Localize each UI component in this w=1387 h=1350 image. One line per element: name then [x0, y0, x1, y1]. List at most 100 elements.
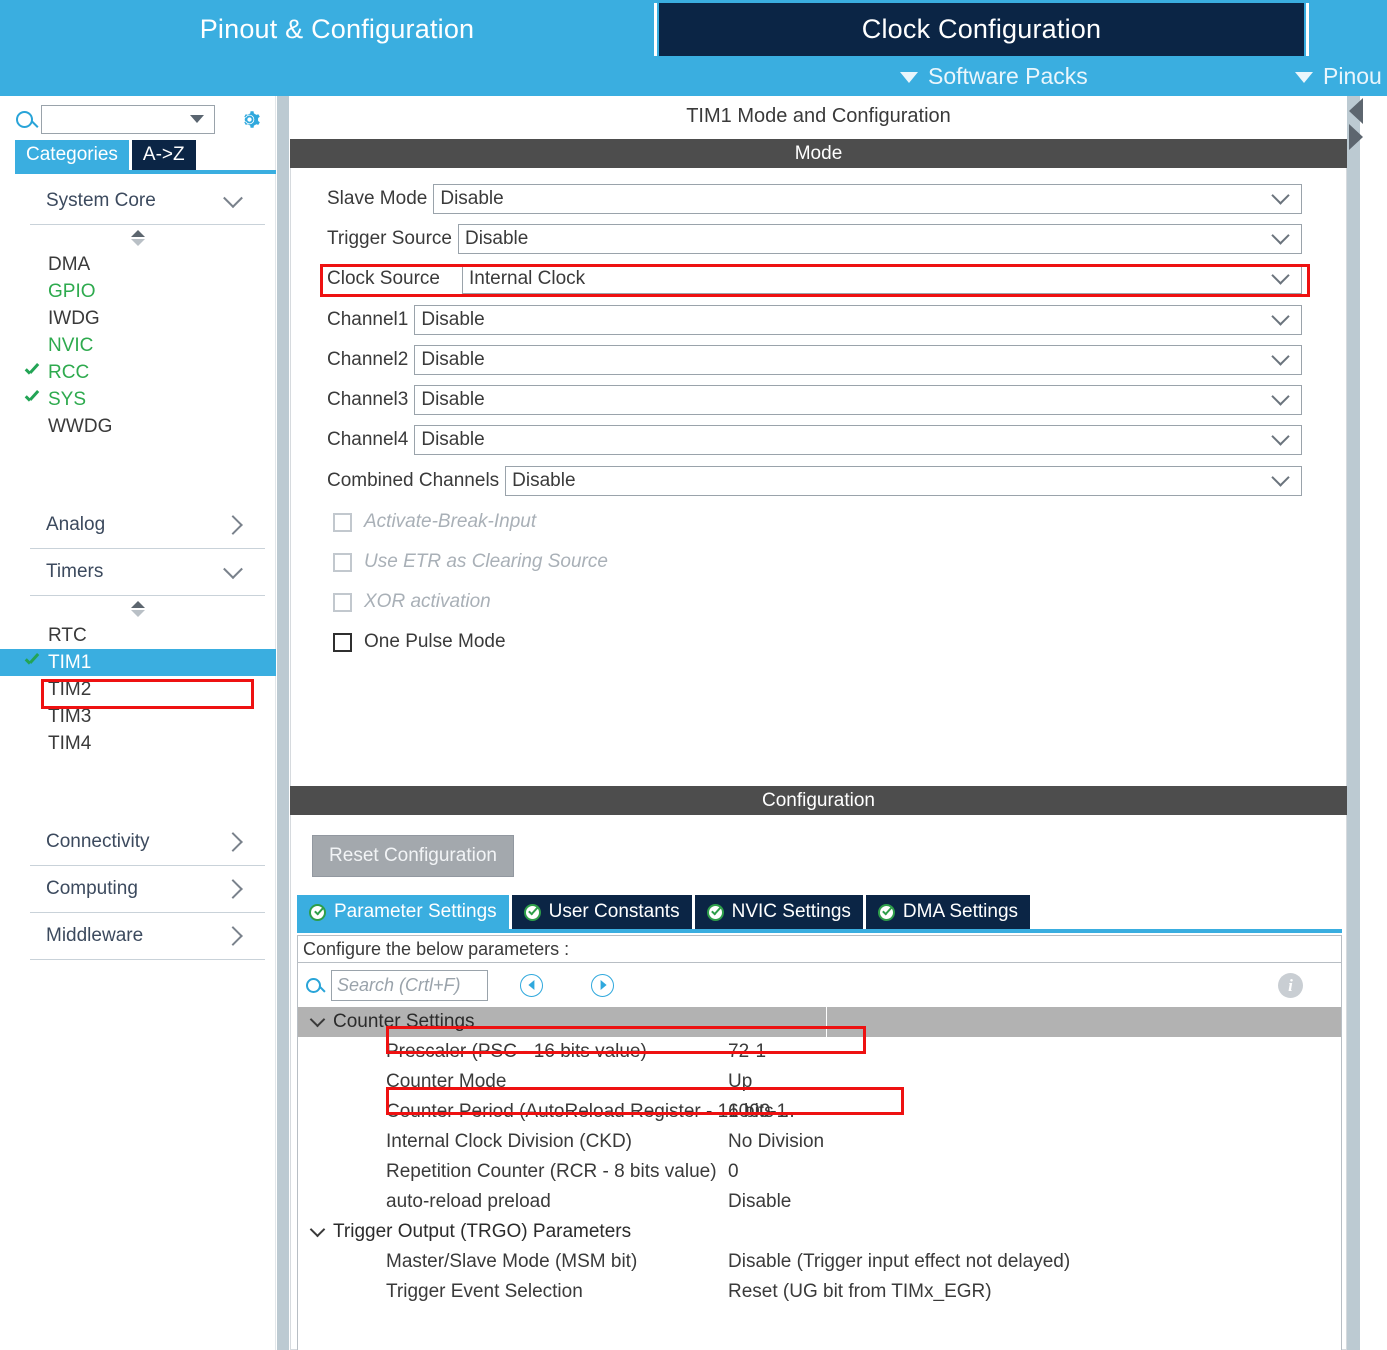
main-panel: TIM1 Mode and Configuration Mode Slave M… — [290, 96, 1347, 1350]
page-title: TIM1 Mode and Configuration — [290, 100, 1347, 132]
expand-right-arrow-icon[interactable] — [1349, 124, 1363, 150]
gear-icon[interactable] — [237, 107, 262, 132]
category-group-computing: Computing — [0, 866, 276, 913]
sidebar-item-iwdg[interactable]: IWDG — [0, 305, 276, 332]
table-row[interactable]: Prescaler (PSC - 16 bits value) 72-1 — [298, 1037, 1341, 1067]
channel3-select[interactable]: Disable — [414, 385, 1302, 415]
table-row[interactable]: Counter Period (AutoReload Register - 16… — [298, 1097, 1341, 1127]
sidebar-item-dma[interactable]: DMA — [0, 251, 276, 278]
sub-navigation: Software Packs Pinou — [0, 56, 1387, 96]
tab-user-constants[interactable]: User Constants — [511, 895, 692, 929]
menu-software-packs[interactable]: Software Packs — [900, 56, 1088, 96]
sidebar-category-computing[interactable]: Computing — [0, 866, 276, 912]
channel1-select[interactable]: Disable — [414, 305, 1302, 335]
tab-pinout-label: Pinout & Configuration — [199, 14, 475, 44]
table-row[interactable]: Counter Mode Up — [298, 1067, 1341, 1097]
reset-configuration-button[interactable]: Reset Configuration — [312, 835, 514, 877]
chevron-down-icon — [1271, 306, 1290, 326]
table-row[interactable]: Repetition Counter (RCR - 8 bits value) … — [298, 1157, 1341, 1187]
collapse-left-arrow-icon[interactable] — [1349, 98, 1363, 124]
sidebar-item-label: RCC — [48, 361, 90, 383]
sidebar-item-label: TIM4 — [48, 732, 92, 754]
sidebar-item-gpio[interactable]: GPIO — [0, 278, 276, 305]
tab-a-to-z[interactable]: A->Z — [131, 140, 196, 170]
sort-arrows-icon — [131, 230, 145, 246]
tab-pinout-and-configuration[interactable]: Pinout & Configuration — [22, 3, 652, 56]
sidebar-item-label: TIM1 — [48, 651, 92, 673]
menu-pinout[interactable]: Pinou — [1295, 56, 1382, 96]
sidebar-category-timers[interactable]: Timers — [0, 549, 276, 595]
sidebar-item-nvic[interactable]: NVIC — [0, 332, 276, 359]
peripheral-search-combo[interactable] — [41, 104, 215, 134]
sidebar-search-row — [0, 100, 276, 138]
trigger-source-select[interactable]: Disable — [457, 224, 1302, 254]
tab-nvic-settings[interactable]: NVIC Settings — [694, 895, 863, 929]
chevron-down-icon — [1271, 185, 1290, 205]
check-badge-icon — [706, 903, 724, 921]
param-value: Reset (UG bit from TIMx_EGR) — [728, 1281, 992, 1302]
configuration-section-body: Reset Configuration Parameter Settings U… — [290, 815, 1347, 1350]
sidebar-item-wwdg[interactable]: WWDG — [0, 413, 276, 440]
category-label: Middleware — [46, 925, 144, 946]
next-match-icon[interactable] — [591, 973, 614, 997]
channel4-select[interactable]: Disable — [414, 425, 1302, 455]
combined-channels-select[interactable]: Disable — [505, 466, 1302, 496]
table-row[interactable]: Master/Slave Mode (MSM bit) Disable (Tri… — [298, 1247, 1341, 1277]
tab-parameter-settings[interactable]: Parameter Settings — [297, 895, 509, 929]
use-etr-checkbox — [333, 552, 352, 572]
divider — [30, 595, 265, 596]
table-row[interactable]: auto-reload preload Disable — [298, 1187, 1341, 1217]
one-pulse-mode-checkbox[interactable] — [333, 632, 352, 652]
info-icon[interactable]: i — [1278, 973, 1303, 998]
param-name: Master/Slave Mode (MSM bit) — [386, 1251, 638, 1272]
combined-channels-value: Disable — [512, 470, 576, 491]
parameter-search-placeholder: Search (Crtl+F) — [337, 974, 461, 995]
table-row[interactable]: Internal Clock Division (CKD) No Divisio… — [298, 1127, 1341, 1157]
param-group-trgo-parameters[interactable]: Trigger Output (TRGO) Parameters — [298, 1217, 1341, 1247]
sidebar-item-tim1[interactable]: TIM1 — [0, 649, 276, 676]
tab-clock-configuration[interactable]: Clock Configuration — [659, 3, 1304, 56]
sidebar-item-label: RTC — [48, 624, 87, 646]
table-row[interactable]: Trigger Event Selection Reset (UG bit fr… — [298, 1277, 1341, 1307]
sort-toggle[interactable] — [0, 596, 276, 622]
row-xor-activation[interactable]: XOR activation — [291, 582, 991, 622]
sort-toggle[interactable] — [0, 225, 276, 251]
row-use-etr-clearing-source[interactable]: Use ETR as Clearing Source — [291, 542, 991, 582]
tab-dma-settings[interactable]: DMA Settings — [865, 895, 1031, 929]
tab-third[interactable] — [1311, 3, 1387, 56]
sidebar-category-analog[interactable]: Analog — [0, 502, 276, 548]
check-badge-icon — [523, 903, 541, 921]
sidebar-category-system-core[interactable]: System Core — [0, 178, 276, 224]
sidebar-item-rcc[interactable]: RCC — [0, 359, 276, 386]
clock-source-value: Internal Clock — [469, 268, 586, 289]
row-one-pulse-mode[interactable]: One Pulse Mode — [291, 622, 991, 662]
peripheral-tree: System Core DMA GPIO IWDG NVIC RCC SYS W… — [0, 178, 276, 960]
channel4-label: Channel4 — [327, 429, 409, 450]
row-activate-break-input[interactable]: Activate-Break-Input — [291, 502, 991, 542]
clock-source-select[interactable]: Internal Clock — [462, 264, 1302, 294]
pinout-menu-label: Pinou — [1323, 62, 1382, 89]
row-channel1: Channel1 Disable — [291, 303, 1348, 337]
sidebar-item-rtc[interactable]: RTC — [0, 622, 276, 649]
sidebar-splitter[interactable] — [277, 96, 289, 1350]
sidebar-item-label: TIM2 — [48, 678, 92, 700]
tab-categories[interactable]: Categories — [15, 140, 129, 170]
slave-mode-select[interactable]: Disable — [433, 184, 1302, 214]
sidebar-item-tim3[interactable]: TIM3 — [0, 703, 276, 730]
right-splitter[interactable] — [1347, 96, 1360, 1350]
param-group-counter-settings[interactable]: Counter Settings — [298, 1007, 1341, 1037]
sidebar-item-tim2[interactable]: TIM2 — [0, 676, 276, 703]
sidebar-item-tim4[interactable]: TIM4 — [0, 730, 276, 757]
sidebar-category-connectivity[interactable]: Connectivity — [0, 819, 276, 865]
parameter-search-input[interactable]: Search (Crtl+F) — [331, 969, 488, 1001]
xor-activation-label: XOR activation — [364, 591, 491, 612]
table-padding — [298, 1307, 1341, 1350]
channel2-select[interactable]: Disable — [414, 345, 1302, 375]
previous-match-icon[interactable] — [520, 973, 543, 997]
sidebar-item-sys[interactable]: SYS — [0, 386, 276, 413]
sidebar-category-middleware[interactable]: Middleware — [0, 913, 276, 959]
category-label: Analog — [46, 514, 106, 535]
configuration-tab-underline — [297, 929, 1342, 933]
trigger-source-label: Trigger Source — [327, 228, 452, 249]
